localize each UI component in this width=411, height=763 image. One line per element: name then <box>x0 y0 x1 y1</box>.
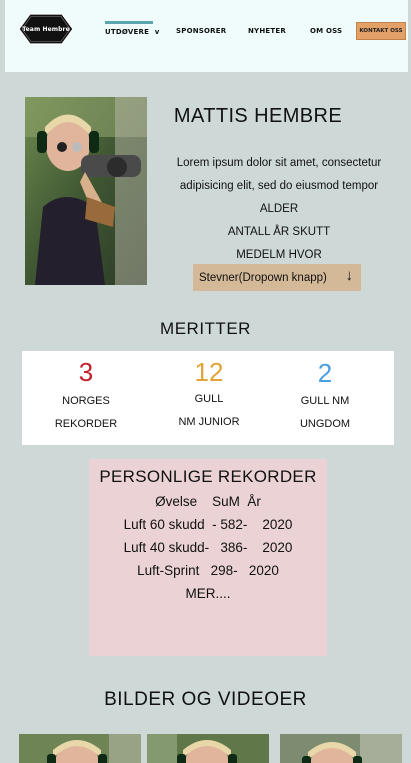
merit-value: 12 <box>194 357 224 387</box>
record-row: Luft-Sprint 298- 2020 <box>137 563 279 578</box>
merit-label: REKORDER <box>54 418 118 430</box>
nav-item-nyheter[interactable]: NYHETER <box>248 27 286 35</box>
record-row: Luft 40 skudd- 386- 2020 <box>123 540 293 555</box>
nav-item-label: UTDØVERE <box>105 28 150 36</box>
chevron-down-icon: v <box>154 28 160 36</box>
athlete-photo-image <box>25 97 147 285</box>
record-row: Luft 60 skudd - 582- 2020 <box>123 517 293 532</box>
merits-panel: 3 NORGES REKORDER 12 GULL NM JUNIOR 2 GU… <box>22 351 394 445</box>
athlete-name: MATTIS HEMBRE <box>173 105 343 127</box>
merit-label: GULL <box>194 393 224 405</box>
meritter-heading: MERITTER <box>160 319 251 338</box>
personal-records-panel: PERSONLIGE REKORDER Øvelse SuM År Luft 6… <box>89 459 327 656</box>
merit-label: NORGES <box>62 395 110 407</box>
nav-item-om-oss[interactable]: OM OSS <box>310 27 342 35</box>
media-thumbnail[interactable] <box>280 734 402 763</box>
member-label: MEDELM HVOR <box>236 249 322 261</box>
media-thumbnail-image <box>147 734 269 763</box>
dropdown-label: Stevner(Dropown knapp) <box>199 271 327 284</box>
media-thumbnail[interactable] <box>147 734 269 763</box>
nav-item-sponsorer[interactable]: SPONSORER <box>176 27 226 35</box>
intro-text-line-1: Lorem ipsum dolor sit amet, consectetur <box>176 157 382 169</box>
media-thumbnail-image <box>280 734 402 763</box>
more-link[interactable]: MER.... <box>89 586 327 601</box>
merit-value: 2 <box>317 358 333 388</box>
merit-value: 3 <box>78 357 94 387</box>
merit-label: UNGDOM <box>299 418 351 430</box>
age-label: ALDER <box>259 203 299 215</box>
competitions-dropdown[interactable]: Stevner(Dropown knapp) ↓ <box>193 264 361 291</box>
years-shot-label: ANTALL ÅR SKUTT <box>227 226 331 238</box>
nav-item-utdovere[interactable]: UTDØVERE v <box>105 28 159 36</box>
records-heading: PERSONLIGE REKORDER <box>99 467 317 486</box>
team-logo[interactable]: Team Hembre <box>18 13 74 45</box>
athlete-photo <box>25 97 147 285</box>
intro-text-line-2: adipisicing elit, sed do eiusmod tempor <box>179 180 379 192</box>
records-header-row: Øvelse SuM År <box>155 494 261 509</box>
merit-label: GULL NM <box>300 395 350 407</box>
logo-text: Team Hembre <box>22 25 70 33</box>
contact-button[interactable]: KONTAKT OSS <box>356 22 406 40</box>
arrow-down-icon: ↓ <box>345 267 354 284</box>
active-nav-underline <box>105 21 153 24</box>
merit-label: NM JUNIOR <box>178 416 240 428</box>
media-thumbnail[interactable] <box>19 734 141 763</box>
media-thumbnail-image <box>19 734 141 763</box>
media-heading: BILDER OG VIDEOER <box>104 689 307 710</box>
